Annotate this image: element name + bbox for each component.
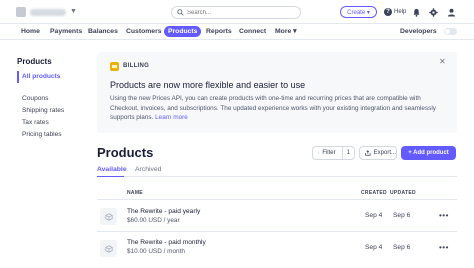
create-button[interactable]: Create ▾: [340, 6, 377, 18]
help-icon: ?: [384, 8, 392, 16]
column-header-name[interactable]: NAME: [127, 190, 143, 196]
row-more-icon[interactable]: •••: [439, 243, 449, 252]
gear-icon[interactable]: [428, 7, 438, 17]
banner-label: BILLING: [123, 63, 150, 69]
product-image-placeholder: [100, 240, 117, 257]
help-button[interactable]: ? Help: [384, 6, 406, 18]
nav-home[interactable]: Home: [21, 26, 40, 37]
top-bar: ▼ Create ▾ ? Help: [0, 0, 474, 24]
box-icon: [104, 244, 113, 253]
add-product-button[interactable]: + Add product: [401, 146, 456, 160]
chevron-down-icon: ▼: [70, 8, 77, 15]
product-name[interactable]: The Rewrite - paid monthly: [127, 239, 206, 246]
product-created: Sep 4: [365, 212, 383, 219]
nav-reports[interactable]: Reports: [206, 26, 232, 37]
sidebar-item-coupons[interactable]: Coupons: [22, 95, 48, 102]
column-header-updated[interactable]: UPDATED: [390, 190, 416, 196]
search-bar[interactable]: [171, 6, 301, 19]
search-icon: [177, 9, 184, 16]
nav-products[interactable]: Products: [164, 26, 202, 37]
filter-label: Filter: [322, 150, 336, 156]
test-mode-toggle[interactable]: [444, 28, 457, 35]
page-title: Products: [97, 145, 154, 160]
row-divider: [97, 231, 457, 232]
product-price: $60.00 USD / year: [127, 217, 180, 224]
banner-title: Products are now more flexible and easie…: [110, 80, 306, 90]
filter-count: 1: [341, 147, 354, 159]
product-updated: Sep 6: [393, 244, 411, 251]
active-tab-underline: [97, 176, 124, 177]
sidebar-item-pricing-tables[interactable]: Pricing tables: [22, 131, 62, 138]
product-created: Sep 4: [365, 244, 383, 251]
nav-balances[interactable]: Balances: [88, 26, 118, 37]
filter-button[interactable]: Filter 1: [312, 146, 355, 160]
account-switcher[interactable]: ▼: [16, 7, 77, 17]
sidebar-item-tax-rates[interactable]: Tax rates: [22, 119, 49, 126]
developers-link[interactable]: Developers: [400, 26, 437, 37]
search-input[interactable]: [187, 9, 297, 16]
account-logo: [16, 7, 26, 17]
bell-icon[interactable]: [411, 7, 421, 17]
export-button[interactable]: Export...: [359, 146, 397, 160]
sidebar-item-all-products[interactable]: All products: [22, 73, 60, 80]
product-price: $10.00 USD / month: [127, 248, 185, 255]
billing-icon: [110, 62, 119, 71]
learn-more-link[interactable]: Learn more: [155, 114, 188, 121]
sidebar-item-shipping-rates[interactable]: Shipping rates: [22, 107, 64, 114]
nav-payments[interactable]: Payments: [50, 26, 82, 37]
user-icon[interactable]: [446, 7, 456, 17]
tab-archived[interactable]: Archived: [135, 166, 161, 173]
row-more-icon[interactable]: •••: [439, 211, 449, 220]
main-nav: Home Payments Balances Customers Product…: [0, 24, 474, 40]
table-header-divider: [97, 199, 457, 200]
banner-body: Using the new Prices API, you can create…: [110, 94, 440, 123]
export-icon: [365, 150, 371, 156]
export-label: Export...: [373, 150, 396, 156]
sidebar-active-indicator: [17, 71, 19, 83]
help-label: Help: [394, 9, 407, 15]
box-icon: [104, 212, 113, 221]
nav-more[interactable]: More ▾: [275, 26, 297, 37]
account-name-blurred: [30, 8, 66, 16]
nav-customers[interactable]: Customers: [126, 26, 162, 37]
tabs-divider: [97, 176, 457, 177]
column-header-created[interactable]: CREATED: [361, 190, 387, 196]
product-image-placeholder: [100, 208, 117, 225]
tab-available[interactable]: Available: [97, 166, 127, 173]
close-icon[interactable]: ✕: [439, 57, 446, 66]
nav-connect[interactable]: Connect: [239, 26, 266, 37]
sidebar-title: Products: [17, 57, 52, 66]
filter-icon: [318, 152, 320, 154]
product-updated: Sep 6: [393, 212, 411, 219]
product-name[interactable]: The Rewrite - paid yearly: [127, 208, 200, 215]
